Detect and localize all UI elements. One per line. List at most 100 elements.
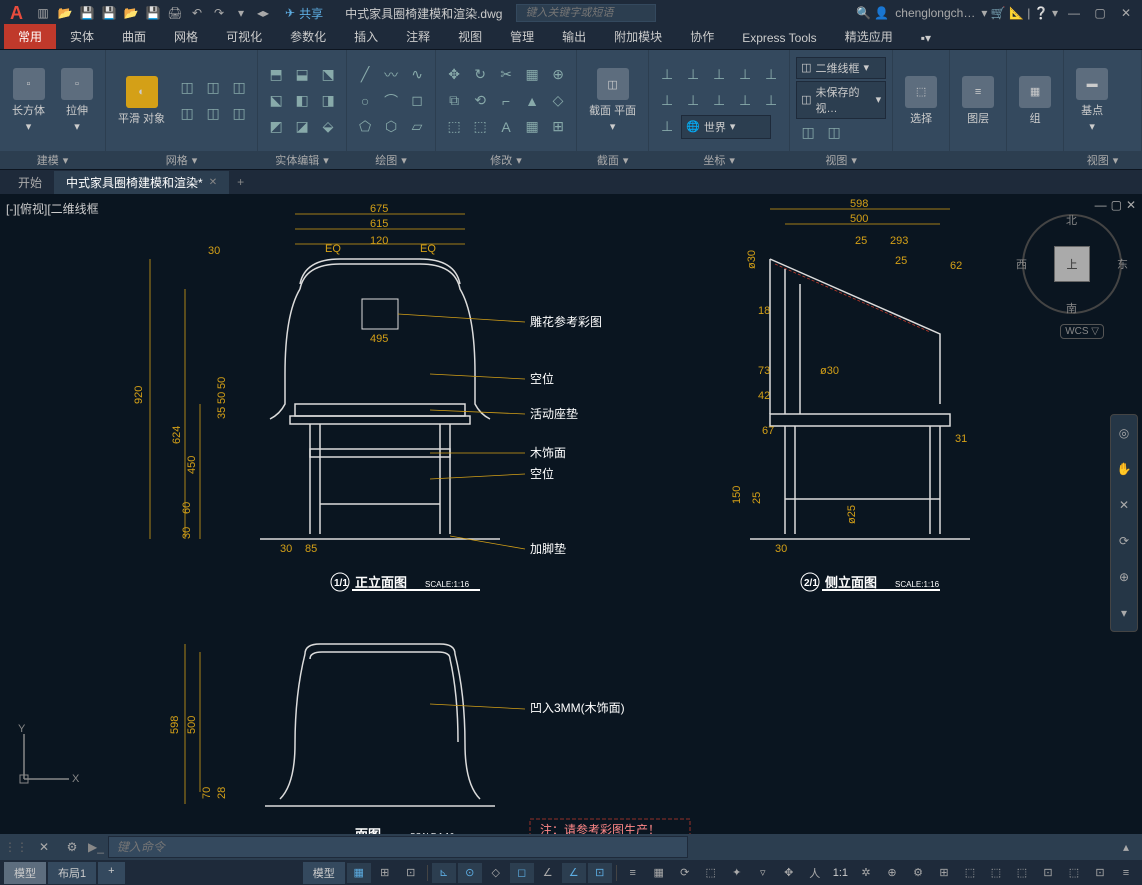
tab-insert[interactable]: 插入	[340, 24, 392, 49]
saveas-icon[interactable]: 💾	[99, 3, 119, 23]
view-combo[interactable]: ◫ 未保存的视… ▾	[796, 81, 886, 119]
command-input[interactable]	[108, 836, 688, 858]
infer-icon[interactable]: ⊡	[399, 863, 423, 883]
tab-view[interactable]: 视图	[444, 24, 496, 49]
tab-featured[interactable]: 精选应用	[831, 24, 907, 49]
dyn-icon[interactable]: ⊡	[588, 863, 612, 883]
close-icon[interactable]: ✕	[209, 177, 217, 188]
qat-more-icon[interactable]: ▾	[231, 3, 251, 23]
cmd-options-icon[interactable]: ⚙	[60, 837, 84, 857]
gizmo-icon[interactable]: ✦	[725, 863, 749, 883]
units-icon[interactable]: ⬚	[958, 863, 982, 883]
tab-solid[interactable]: 实体	[56, 24, 108, 49]
tab-surface[interactable]: 曲面	[108, 24, 160, 49]
tab-output[interactable]: 输出	[548, 24, 600, 49]
maximize-icon[interactable]: ▢	[1088, 3, 1112, 23]
cmd-handle-icon[interactable]: ⋮⋮	[4, 840, 28, 854]
model-tab[interactable]: 模型	[4, 862, 46, 884]
orbit-icon[interactable]: ⟳	[1111, 523, 1137, 559]
cycling-icon[interactable]: ⟳	[673, 863, 697, 883]
panel-title[interactable]: 建模 ▾	[0, 151, 105, 169]
tab-visualize[interactable]: 可视化	[212, 24, 276, 49]
visual-style-combo[interactable]: ◫ 二维线框 ▾	[796, 57, 886, 79]
gizmo2-icon[interactable]: ✥	[777, 863, 801, 883]
close-icon[interactable]: ✕	[1114, 3, 1138, 23]
web-save-icon[interactable]: 💾	[143, 3, 163, 23]
showmotion-icon[interactable]: ⊕	[1111, 559, 1137, 595]
scale-display[interactable]: 1:1	[829, 867, 852, 879]
select-button[interactable]: ⬚选择	[899, 74, 943, 128]
user-account[interactable]: 🔍 👤 chenglongch… ▾ 🛒 📐 | ❔ ▾	[856, 6, 1058, 20]
qprops-icon[interactable]: ⬚	[984, 863, 1008, 883]
web-open-icon[interactable]: 📂	[121, 3, 141, 23]
new-icon[interactable]: ▥	[33, 3, 53, 23]
group-button[interactable]: ▦组	[1013, 74, 1057, 128]
tab-annotate[interactable]: 注释	[392, 24, 444, 49]
base-view-button[interactable]: ▬基点▾	[1070, 66, 1114, 135]
tab-app-icon[interactable]: ▪▾	[907, 27, 945, 49]
layer-button[interactable]: ≡图层	[956, 74, 1000, 128]
iso-icon[interactable]: ◇	[484, 863, 508, 883]
3dosnap-icon[interactable]: ∠	[536, 863, 560, 883]
ucs-icon[interactable]: Y X	[14, 724, 84, 794]
hwaccel-icon[interactable]: ⬚	[1062, 863, 1086, 883]
minimize-icon[interactable]: —	[1062, 3, 1086, 23]
add-layout-icon[interactable]: +	[98, 862, 124, 884]
app-logo[interactable]: A	[4, 3, 29, 24]
ortho-icon[interactable]: ⊾	[432, 863, 456, 883]
lineweight-icon[interactable]: ≡	[621, 863, 645, 883]
pan-icon[interactable]: ✋	[1111, 451, 1137, 487]
ucs-combo[interactable]: 🌐 世界 ▾	[681, 115, 771, 139]
share-button[interactable]: ✈ 共享	[277, 5, 331, 22]
3dprint-icon[interactable]: ⬚	[699, 863, 723, 883]
qat-nav-icon[interactable]: ◂▸	[253, 3, 273, 23]
tab-parametric[interactable]: 参数化	[276, 24, 340, 49]
extrude-button[interactable]: ▫拉伸▾	[55, 66, 99, 135]
section-plane-button[interactable]: ◫截面 平面▾	[583, 66, 642, 135]
annovis-icon[interactable]: ✲	[854, 863, 878, 883]
undo-icon[interactable]: ↶	[187, 3, 207, 23]
annoadd-icon[interactable]: ⊕	[880, 863, 904, 883]
vp-max-icon[interactable]: ▢	[1111, 198, 1122, 212]
cmd-close-icon[interactable]: ✕	[32, 837, 56, 857]
mesh-btn[interactable]: ◫	[175, 76, 199, 100]
lock-icon[interactable]: ⬚	[1010, 863, 1034, 883]
customize-icon[interactable]: ≡	[1114, 863, 1138, 883]
open-icon[interactable]: 📂	[55, 3, 75, 23]
tab-mesh[interactable]: 网格	[160, 24, 212, 49]
tab-collab[interactable]: 协作	[676, 24, 728, 49]
vp-close-icon[interactable]: ✕	[1126, 198, 1136, 212]
zoom-icon[interactable]: ✕	[1111, 487, 1137, 523]
cmd-expand-icon[interactable]: ▴	[1114, 837, 1138, 857]
doc-tab-start[interactable]: 开始	[6, 171, 54, 194]
nav-more-icon[interactable]: ▾	[1111, 595, 1137, 631]
smooth-button[interactable]: ◐平滑 对象	[112, 74, 171, 128]
cleanscreen-icon[interactable]: ⊡	[1088, 863, 1112, 883]
tab-express[interactable]: Express Tools	[728, 27, 830, 49]
grid-icon[interactable]: ▦	[347, 863, 371, 883]
plot-icon[interactable]: 🖨	[165, 3, 185, 23]
doc-tab-file[interactable]: 中式家具圈椅建模和渲染*✕	[54, 171, 229, 194]
layout-tab[interactable]: 布局1	[48, 862, 96, 884]
redo-icon[interactable]: ↷	[209, 3, 229, 23]
box-button[interactable]: ▫长方体▾	[6, 66, 51, 135]
polar-icon[interactable]: ⊙	[458, 863, 482, 883]
filter-icon[interactable]: ▿	[751, 863, 775, 883]
help-search-input[interactable]	[516, 4, 656, 22]
add-tab-icon[interactable]: +	[229, 175, 252, 189]
isolate-icon[interactable]: ⊡	[1036, 863, 1060, 883]
osnap-icon[interactable]: ◻	[510, 863, 534, 883]
save-icon[interactable]: 💾	[77, 3, 97, 23]
drawing-viewport[interactable]: [-][俯视][二维线框 — ▢ ✕ 上 北 南 东 西 WCS ▽ ◎ ✋ ✕…	[0, 194, 1142, 834]
tab-manage[interactable]: 管理	[496, 24, 548, 49]
monitor-icon[interactable]: ⊞	[932, 863, 956, 883]
snap-icon[interactable]: ⊞	[373, 863, 397, 883]
transparency-icon[interactable]: ▦	[647, 863, 671, 883]
tab-addins[interactable]: 附加模块	[600, 24, 676, 49]
workspace-icon[interactable]: ⚙	[906, 863, 930, 883]
tab-home[interactable]: 常用	[4, 24, 56, 49]
full-nav-icon[interactable]: ◎	[1111, 415, 1137, 451]
modelspace-button[interactable]: 模型	[303, 862, 345, 884]
otrack-icon[interactable]: ∠	[562, 863, 586, 883]
annoscale-icon[interactable]: 人	[803, 863, 827, 883]
